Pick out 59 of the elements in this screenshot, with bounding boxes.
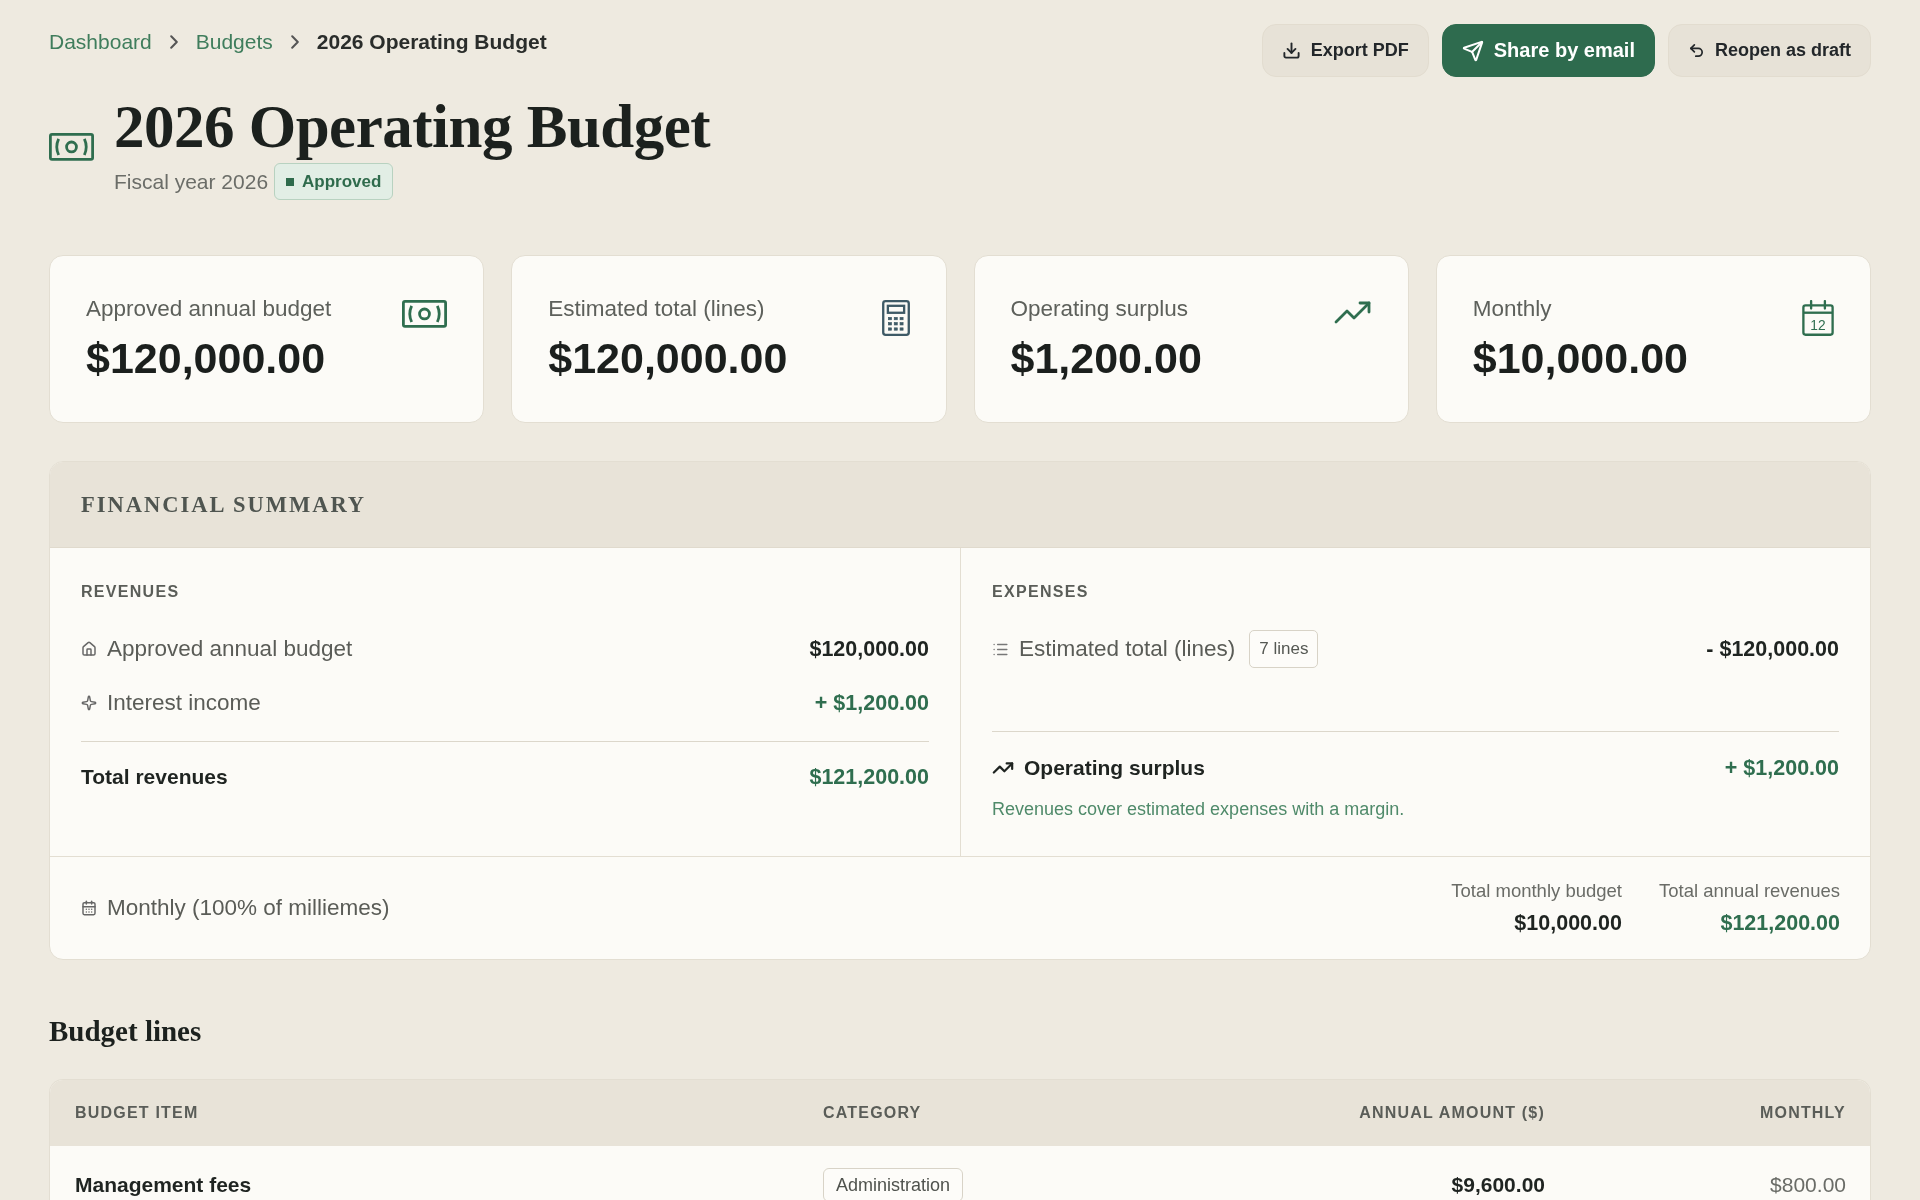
- page-title: 2026 Operating Budget: [114, 94, 711, 160]
- house-icon: [81, 641, 97, 657]
- annual-amount-cell-text: $9,600.00: [1450, 1173, 1545, 1197]
- column-header: CATEGORY: [823, 1104, 923, 1122]
- surplus-note: Revenues cover estimated expenses with a margin.: [992, 798, 1406, 820]
- stat-label: Estimated total (lines): [548, 295, 766, 323]
- stat-value: $10,000.00: [1472, 333, 1688, 383]
- line-count-tag: 7 lines: [1249, 630, 1319, 668]
- calculator-icon: [881, 300, 910, 336]
- monthly-amount-cell-text: $800.00: [1769, 1173, 1846, 1197]
- calendar-icon: [81, 900, 97, 916]
- stat-value: $120,000.00: [548, 333, 788, 383]
- fiscal-year-text: Fiscal year 2026: [114, 169, 269, 194]
- total-value: $121,200.00: [1720, 911, 1840, 936]
- revenue-label: Interest income: [107, 690, 261, 716]
- banknote-icon: [49, 133, 94, 161]
- banknote-icon: [402, 300, 448, 328]
- paper-plane-icon: [1461, 39, 1484, 62]
- chevron-icon: [169, 35, 178, 49]
- export-button[interactable]: Export PDF: [1261, 24, 1429, 77]
- item-cell-text: Management fees: [75, 1173, 253, 1197]
- column-header: ANNUAL AMOUNT ($): [1358, 1104, 1545, 1122]
- return-arrow-icon: [1687, 42, 1705, 59]
- expenses-heading: EXPENSES: [992, 582, 1090, 602]
- download-icon: [1281, 41, 1301, 60]
- sparkle-icon: [81, 695, 97, 711]
- total-caption: Total monthly budget: [1451, 880, 1622, 902]
- breadcrumb-link[interactable]: Dashboard: [49, 30, 152, 54]
- share-button[interactable]: Share by email: [1441, 24, 1655, 77]
- monthly-label: Monthly (100% of milliemes): [107, 895, 390, 921]
- section-title: Budget lines: [49, 1014, 203, 1048]
- breadcrumb-current: 2026 Operating Budget: [316, 30, 547, 54]
- status-square-icon: [286, 177, 295, 186]
- chevron-icon: [290, 35, 299, 49]
- reopen-button[interactable]: Reopen as draft: [1667, 24, 1871, 77]
- revenue-label: Approved annual budget: [107, 636, 353, 662]
- revenue-amount: + $1,200.00: [814, 690, 929, 716]
- status-label: Approved: [302, 171, 382, 192]
- summary-title: FINANCIAL SUMMARY: [81, 491, 367, 518]
- revenue-amount: $120,000.00: [809, 636, 929, 662]
- category-tag: Administration: [823, 1168, 964, 1200]
- expense-amount: - $120,000.00: [1706, 636, 1839, 662]
- column-header: MONTHLY: [1758, 1104, 1846, 1122]
- total-caption: Total annual revenues: [1658, 880, 1840, 902]
- total-label: Total revenues: [81, 765, 228, 789]
- breadcrumb-link[interactable]: Budgets: [195, 30, 273, 54]
- stat-label: Monthly: [1472, 295, 1553, 323]
- stat-value: $1,200.00: [1010, 333, 1202, 383]
- stat-label: Operating surplus: [1010, 295, 1190, 323]
- expense-label: Estimated total (lines): [1019, 636, 1236, 662]
- surplus-amount: + $1,200.00: [1724, 755, 1839, 781]
- stat-value: $120,000.00: [86, 333, 327, 383]
- total-amount: $121,200.00: [809, 764, 929, 790]
- total-value: $10,000.00: [1514, 911, 1622, 936]
- trend-up-icon: [1333, 300, 1372, 324]
- revenues-heading: REVENUES: [81, 582, 181, 602]
- stat-label: Approved annual budget: [86, 295, 332, 323]
- column-header: BUDGET ITEM: [75, 1104, 200, 1122]
- surplus-label: Operating surplus: [1024, 756, 1205, 780]
